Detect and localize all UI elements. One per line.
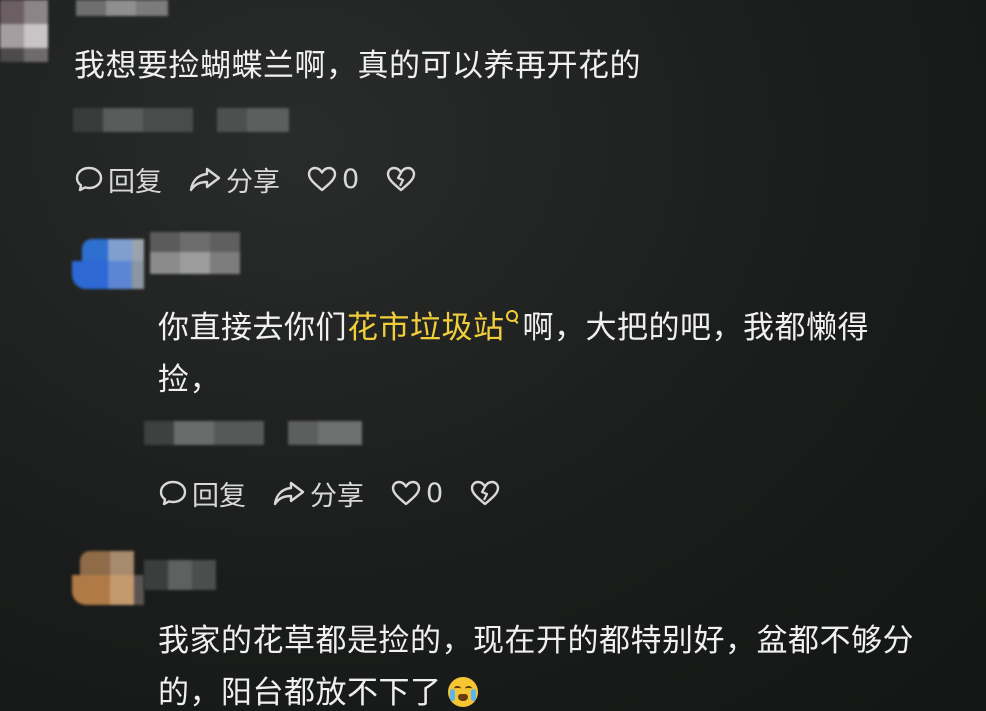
share-arrow-icon <box>272 478 306 508</box>
like-count: 0 <box>426 477 444 509</box>
heart-icon <box>390 478 422 508</box>
reply-button[interactable]: 回复 <box>158 474 246 513</box>
username[interactable] <box>150 232 246 274</box>
heart-icon <box>306 164 338 194</box>
comment-text: 你直接去你们花市垃圾站 啊，大把的吧，我都懒得 <box>158 302 869 354</box>
comment-meta <box>73 106 289 134</box>
share-arrow-icon <box>188 164 222 194</box>
comment-text: 我想要捡蝴蝶兰啊，真的可以养再开花的 <box>74 48 641 84</box>
avatar[interactable] <box>72 231 144 297</box>
reply-label: 回复 <box>192 480 246 512</box>
reply-label: 回复 <box>108 166 162 198</box>
comment-text-start: 你直接去你们 <box>158 310 347 346</box>
comment-text: 我家的花草都是捡的，现在开的都特别好，盆都不够分 <box>158 623 914 659</box>
like-button[interactable]: 0 <box>390 478 443 509</box>
comment-text-line2: 的，阳台都放不下了 <box>158 667 478 711</box>
search-icon[interactable] <box>505 308 519 330</box>
comment-text-line2: 捡， <box>158 362 221 398</box>
crying-laughing-emoji-icon <box>447 676 478 707</box>
share-button[interactable]: 分享 <box>272 474 364 513</box>
broken-heart-icon <box>469 478 501 508</box>
comment-actions: 回复 分享 0 <box>74 160 443 199</box>
share-label: 分享 <box>310 480 364 512</box>
comment-thread: 我想要捡蝴蝶兰啊，真的可以养再开花的 回复 分享 0 你直接去你们花市垃圾站 啊… <box>0 0 986 711</box>
speech-bubble-icon <box>74 164 104 194</box>
comment-text-end: 的，阳台都放不下了 <box>158 675 442 711</box>
search-link[interactable]: 花市垃圾站 <box>347 310 505 346</box>
share-button[interactable]: 分享 <box>188 160 280 199</box>
share-label: 分享 <box>226 166 280 198</box>
username[interactable] <box>76 0 168 16</box>
reply-button[interactable]: 回复 <box>74 160 162 199</box>
avatar[interactable] <box>72 545 144 613</box>
username[interactable] <box>144 560 216 590</box>
avatar[interactable] <box>0 0 48 62</box>
like-count: 0 <box>342 163 360 195</box>
dislike-button[interactable] <box>469 478 501 508</box>
like-button[interactable]: 0 <box>306 164 359 195</box>
speech-bubble-icon <box>158 478 188 508</box>
comment-meta <box>144 415 362 447</box>
comment-text-end: 啊，大把的吧，我都懒得 <box>522 310 869 346</box>
comment-actions: 回复 分享 0 <box>158 474 527 513</box>
broken-heart-icon <box>385 164 417 194</box>
dislike-button[interactable] <box>385 164 417 194</box>
